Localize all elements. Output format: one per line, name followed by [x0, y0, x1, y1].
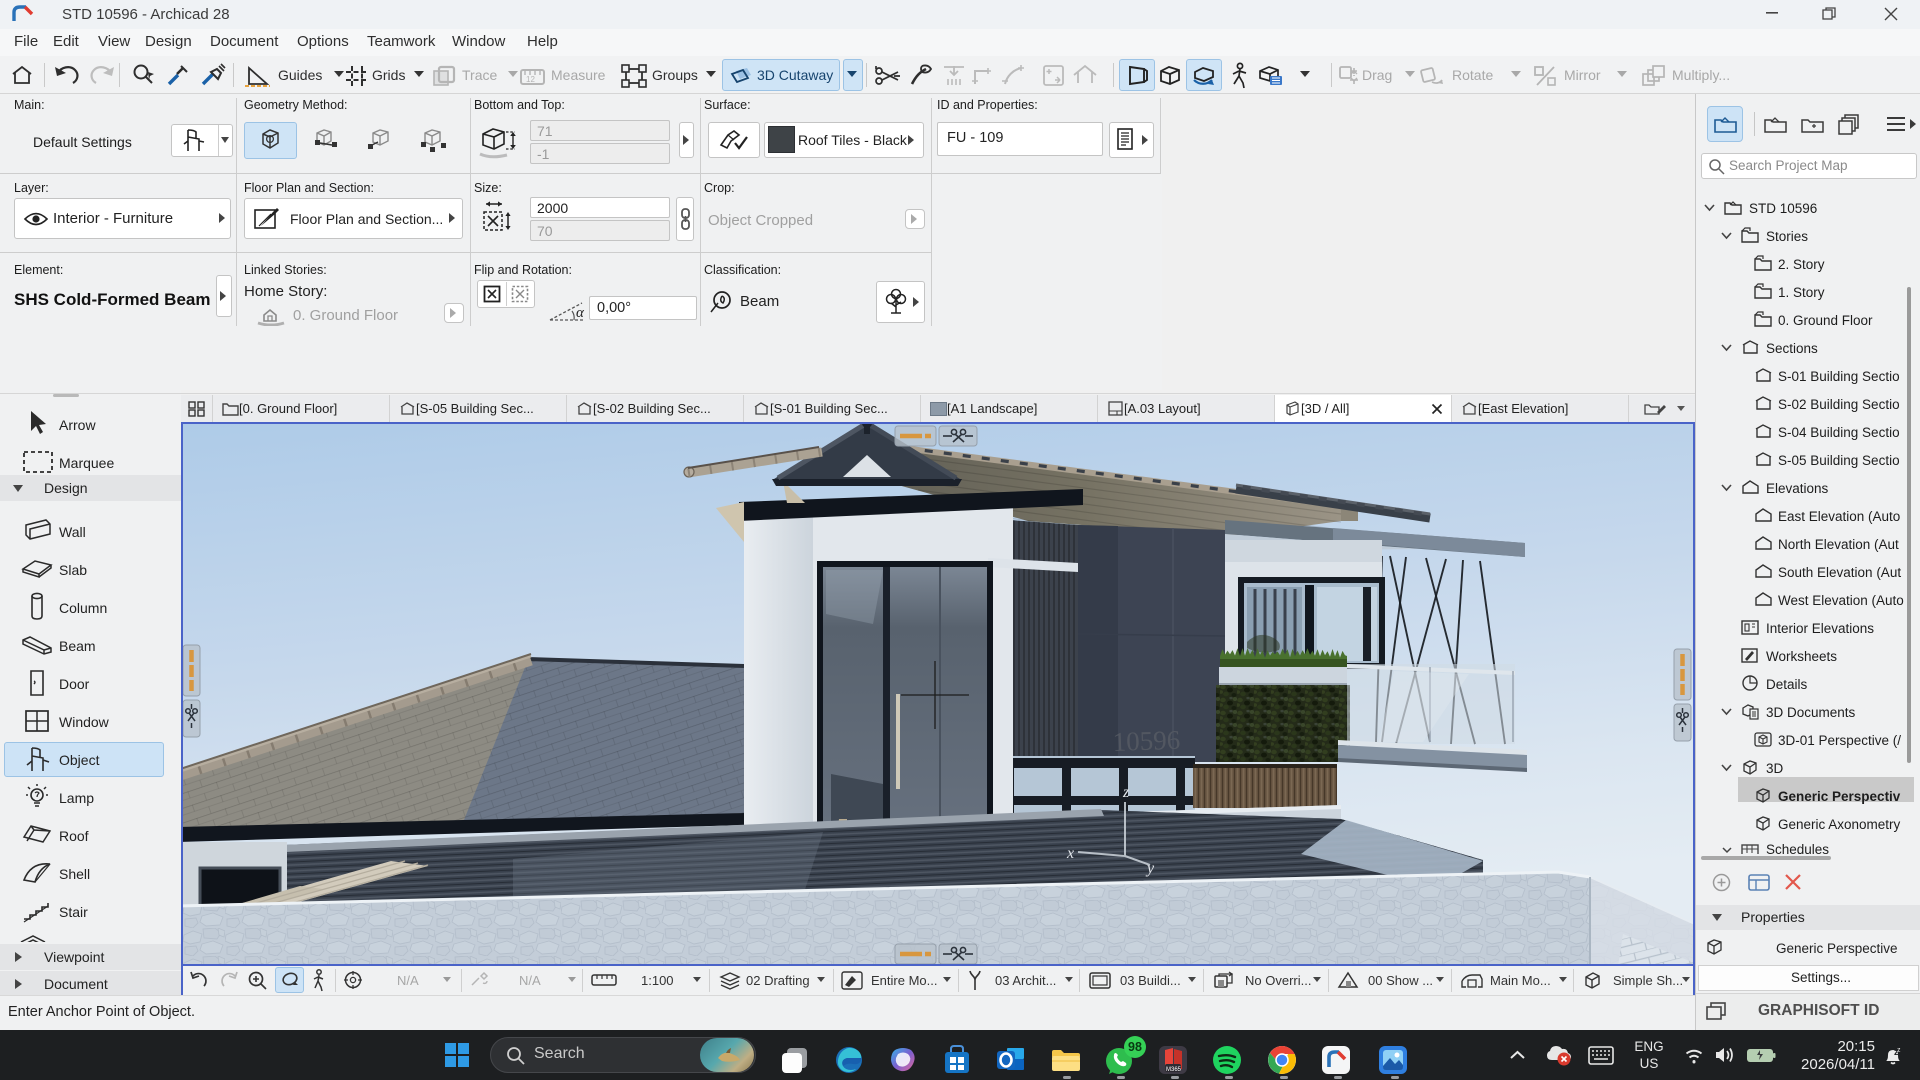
svg-text:y: y — [1145, 860, 1155, 877]
svg-text:x: x — [1066, 845, 1074, 862]
svg-text:M365: M365 — [1166, 1067, 1182, 1073]
svg-text:10596: 10596 — [1112, 725, 1181, 757]
svg-text:z: z — [1897, 1047, 1901, 1054]
svg-text:z: z — [1122, 784, 1130, 801]
svg-text:α: α — [576, 305, 585, 321]
svg-text:12: 12 — [526, 75, 535, 84]
